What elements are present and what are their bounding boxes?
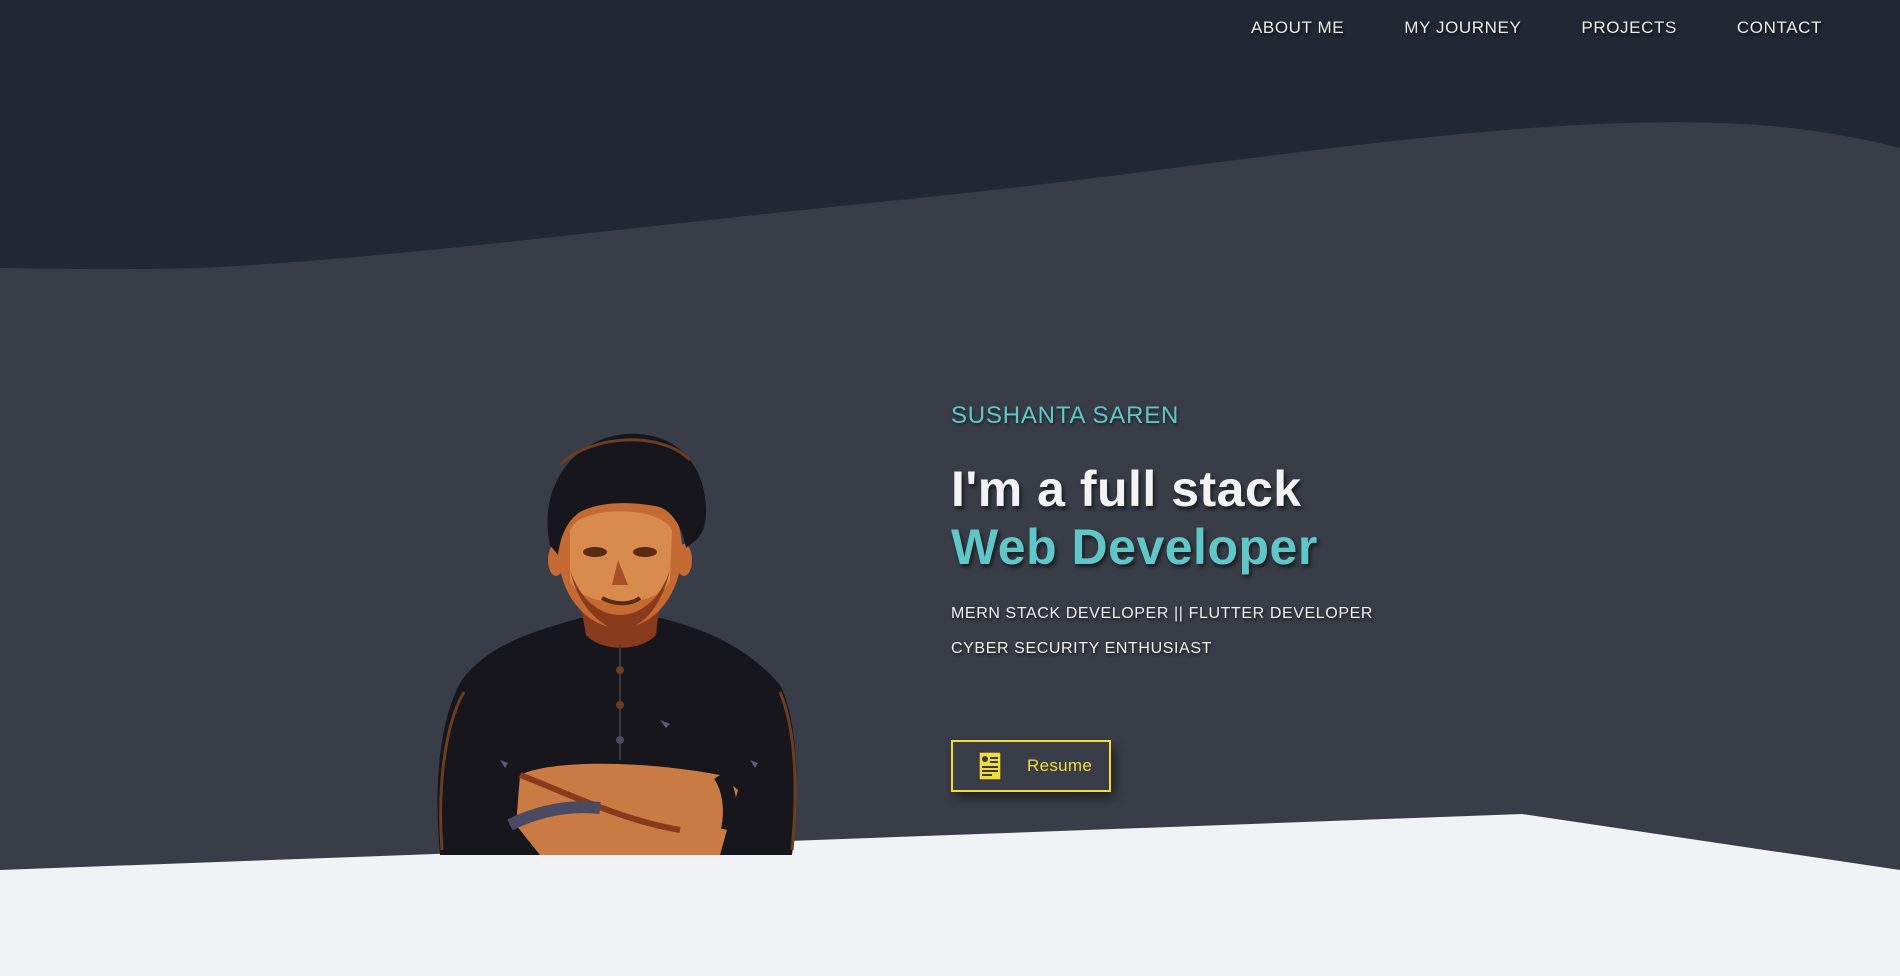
hero-name: SUSHANTA SAREN xyxy=(951,402,1180,429)
profile-portrait-image xyxy=(437,433,797,855)
portfolio-page: ABOUT ME MY JOURNEY PROJECTS CONTACT SUS… xyxy=(0,0,1900,976)
resume-document-icon xyxy=(978,751,1002,781)
hero-headline-line2: Web Developer xyxy=(951,519,1318,575)
hero-headline-line1: I'm a full stack xyxy=(951,461,1302,517)
resume-button-label: Resume xyxy=(1027,756,1093,775)
nav-about-me[interactable]: ABOUT ME xyxy=(1221,18,1374,38)
background-shapes xyxy=(0,0,1900,976)
nav-my-journey[interactable]: MY JOURNEY xyxy=(1374,18,1551,38)
nav-projects[interactable]: PROJECTS xyxy=(1551,18,1706,38)
nav-contact[interactable]: CONTACT xyxy=(1707,18,1822,38)
hero-section: SUSHANTA SAREN I'm a full stack Web Deve… xyxy=(951,400,1551,666)
hero-subtitle-line1: MERN STACK DEVELOPER || FLUTTER DEVELOPE… xyxy=(951,605,1374,622)
hero-subtitle-line2: CYBER SECURITY ENTHUSIAST xyxy=(951,640,1212,657)
main-nav: ABOUT ME MY JOURNEY PROJECTS CONTACT xyxy=(1221,18,1822,38)
resume-button[interactable]: Resume xyxy=(951,740,1111,792)
